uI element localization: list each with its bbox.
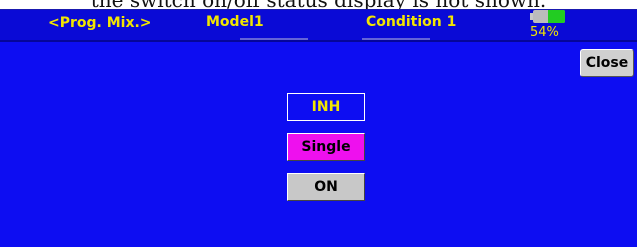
inh-button[interactable]: INH	[287, 93, 365, 121]
on-button[interactable]: ON	[287, 173, 365, 201]
battery-fill	[547, 10, 565, 23]
battery-percent: 54%	[530, 25, 559, 40]
page: the switch on/off status display is not …	[0, 0, 637, 247]
condition-underline	[362, 38, 430, 40]
model-underline	[240, 38, 308, 40]
header-bar: <Prog. Mix.> Model1 Condition 1 54%	[0, 10, 637, 42]
condition-name: Condition 1	[366, 14, 457, 30]
battery-icon	[530, 10, 566, 24]
single-button[interactable]: Single	[287, 133, 365, 161]
screen-title: <Prog. Mix.>	[48, 15, 152, 31]
model-name: Model1	[206, 14, 264, 30]
close-button[interactable]: Close	[580, 49, 634, 77]
battery-body	[533, 10, 565, 23]
transmitter-screen: <Prog. Mix.> Model1 Condition 1 54% Clos…	[0, 9, 637, 247]
